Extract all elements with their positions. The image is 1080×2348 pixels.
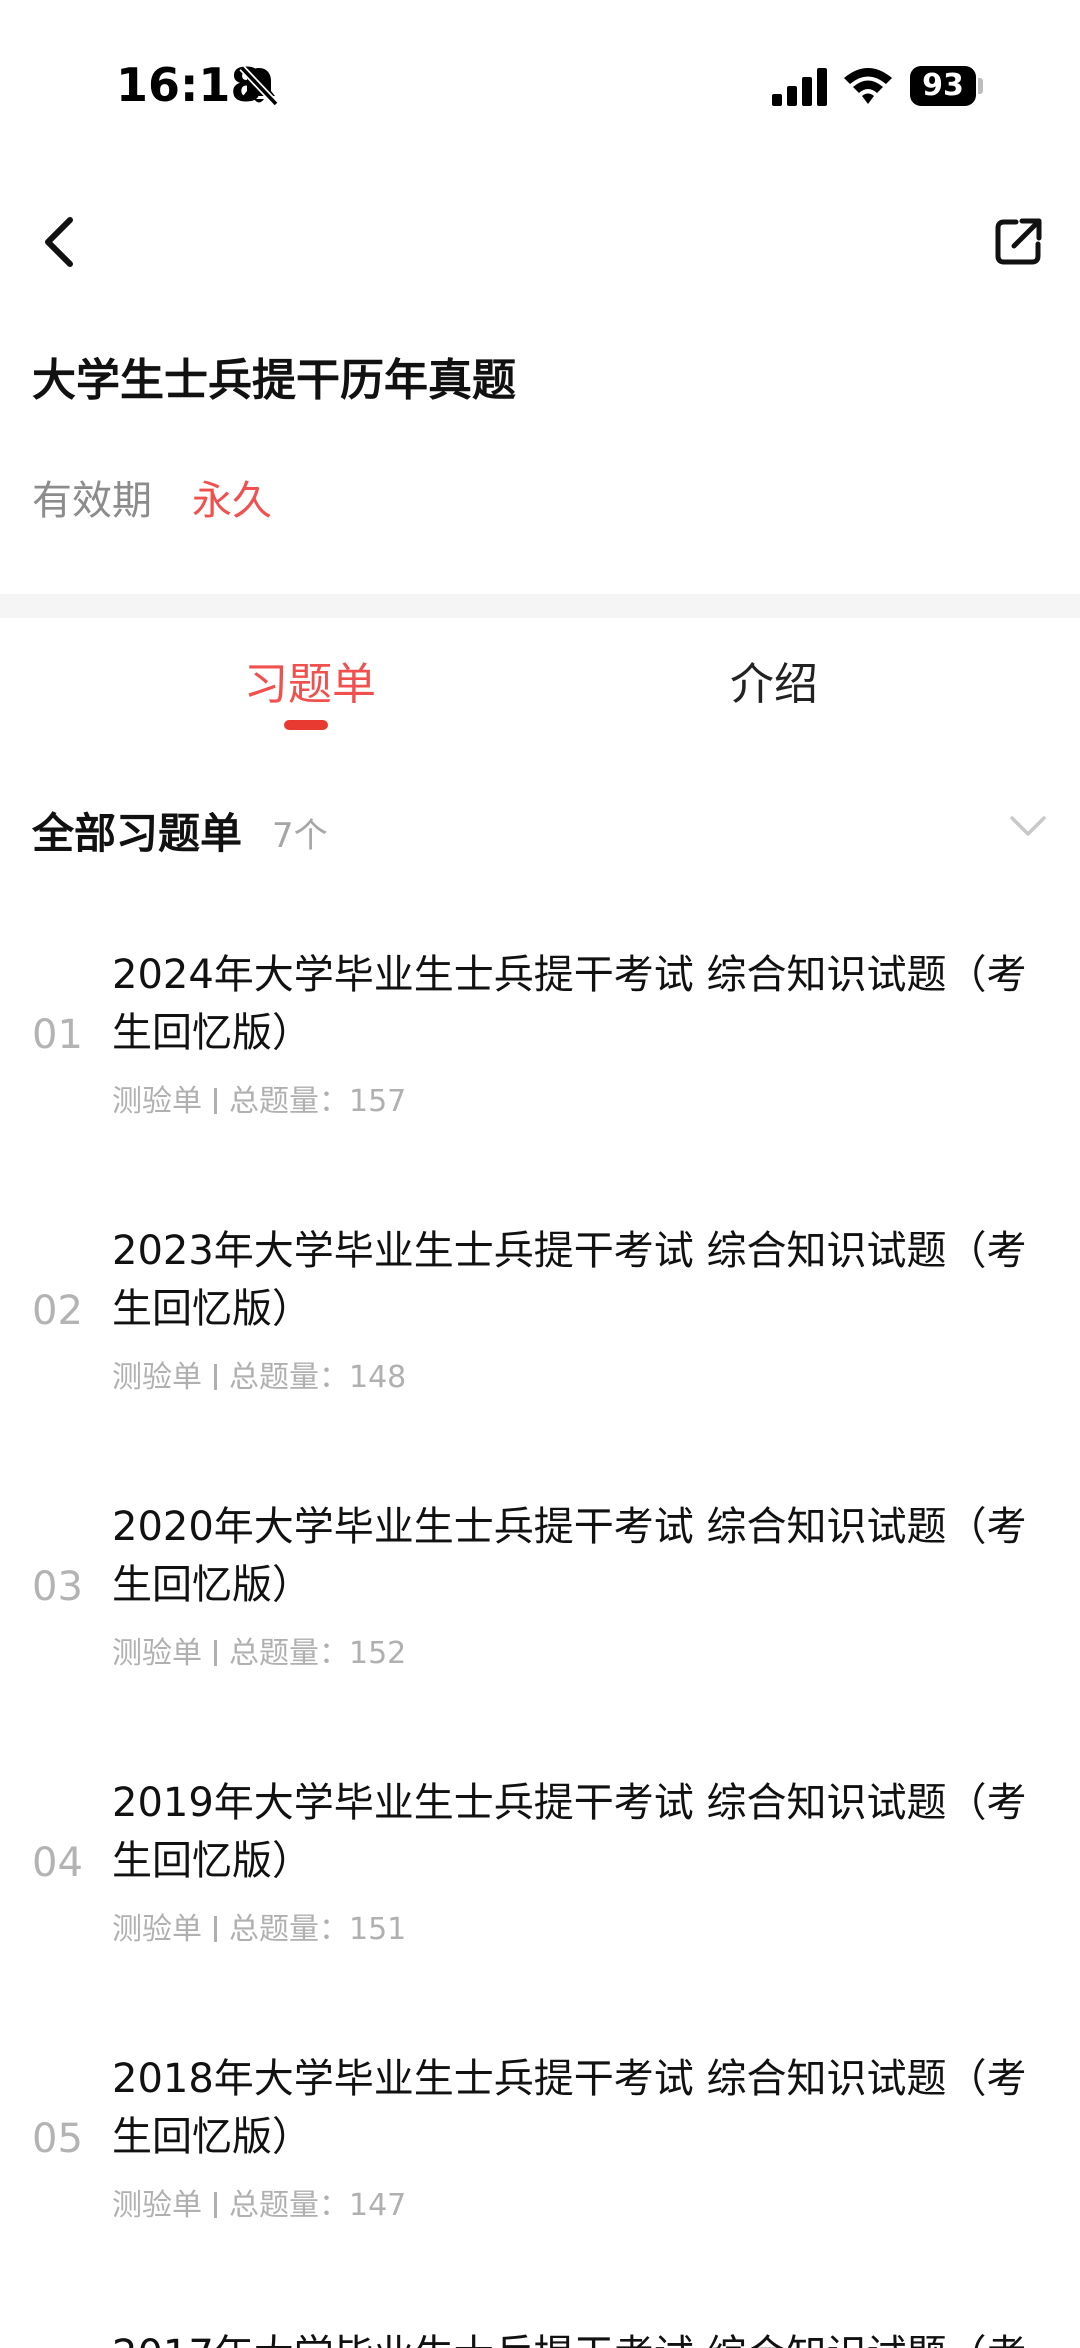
status-bar: 16:18 93 xyxy=(0,0,1080,150)
list-item-partial[interactable]: 2017年大学毕业生士兵提干考试 综合知识试题（考 xyxy=(0,2322,1080,2348)
item-index: 04 xyxy=(32,1840,83,1886)
item-total: 总题量：147 xyxy=(229,2188,407,2223)
tab-exercises[interactable]: 习题单 xyxy=(244,648,376,712)
active-tab-indicator xyxy=(284,720,328,730)
meta-separator xyxy=(214,1088,217,1114)
item-index: 03 xyxy=(32,1564,83,1610)
battery-tip xyxy=(978,78,983,94)
wifi-icon xyxy=(844,68,892,104)
item-title: 2018年大学毕业生士兵提干考试 综合知识试题（考生回忆版） xyxy=(112,2056,1027,2160)
list-item[interactable]: 03 2020年大学毕业生士兵提干考试 综合知识试题（考生回忆版） 测验单 总题量… xyxy=(0,1498,1080,1698)
list-item[interactable]: 02 2023年大学毕业生士兵提干考试 综合知识试题（考生回忆版） 测验单 总题量… xyxy=(0,1222,1080,1422)
item-type: 测验单 xyxy=(112,1912,202,1947)
item-title: 2023年大学毕业生士兵提干考试 综合知识试题（考生回忆版） xyxy=(112,1228,1027,1332)
item-meta: 测验单 总题量：147 xyxy=(112,2180,406,2224)
item-title: 2017年大学毕业生士兵提干考试 综合知识试题（考 xyxy=(112,2326,1052,2348)
bell-muted-icon xyxy=(239,65,279,107)
item-index: 01 xyxy=(32,1012,83,1058)
item-meta: 测验单 总题量：148 xyxy=(112,1352,406,1396)
meta-separator xyxy=(214,1916,217,1942)
item-meta: 测验单 总题量：152 xyxy=(112,1628,406,1672)
section-divider xyxy=(0,594,1080,618)
item-meta: 测验单 总题量：151 xyxy=(112,1904,406,1948)
item-title: 2019年大学毕业生士兵提干考试 综合知识试题（考生回忆版） xyxy=(112,1780,1027,1884)
battery-indicator: 93 xyxy=(910,66,976,106)
list-item[interactable]: 05 2018年大学毕业生士兵提干考试 综合知识试题（考生回忆版） 测验单 总题量… xyxy=(0,2050,1080,2250)
item-total: 总题量：151 xyxy=(229,1912,407,1947)
meta-separator xyxy=(214,1640,217,1666)
item-title: 2020年大学毕业生士兵提干考试 综合知识试题（考生回忆版） xyxy=(112,1504,1027,1608)
section-title: 全部习题单 xyxy=(32,809,243,858)
item-type: 测验单 xyxy=(112,2188,202,2223)
item-type: 测验单 xyxy=(112,1636,202,1671)
tab-intro[interactable]: 介绍 xyxy=(730,648,818,712)
section-count: 7个 xyxy=(272,816,328,856)
item-meta: 测验单 总题量：157 xyxy=(112,1076,406,1120)
chevron-down-icon[interactable] xyxy=(1008,812,1048,840)
back-arrow-icon[interactable] xyxy=(40,212,80,272)
share-icon[interactable] xyxy=(994,216,1044,266)
meta-separator xyxy=(214,1364,217,1390)
page: 16:18 93 大学生士兵提干历年真题 有效期 永久 习题单 介绍 全部习题单… xyxy=(0,0,1080,2348)
item-title: 2024年大学毕业生士兵提干考试 综合知识试题（考生回忆版） xyxy=(112,952,1027,1056)
item-index: 05 xyxy=(32,2116,83,2162)
list-item[interactable]: 04 2019年大学毕业生士兵提干考试 综合知识试题（考生回忆版） 测验单 总题量… xyxy=(0,1774,1080,1974)
page-title: 大学生士兵提干历年真题 xyxy=(32,355,516,406)
item-index: 02 xyxy=(32,1288,83,1334)
item-total: 总题量：152 xyxy=(229,1636,407,1671)
item-type: 测验单 xyxy=(112,1360,202,1395)
meta-separator xyxy=(214,2192,217,2218)
list-item[interactable]: 01 2024年大学毕业生士兵提干考试 综合知识试题（考生回忆版） 测验单 总题量… xyxy=(0,946,1080,1146)
validity-label: 有效期 xyxy=(32,478,152,524)
validity-value: 永久 xyxy=(192,478,272,524)
item-total: 总题量：148 xyxy=(229,1360,407,1395)
item-total: 总题量：157 xyxy=(229,1084,407,1119)
item-type: 测验单 xyxy=(112,1084,202,1119)
signal-icon xyxy=(772,68,827,106)
